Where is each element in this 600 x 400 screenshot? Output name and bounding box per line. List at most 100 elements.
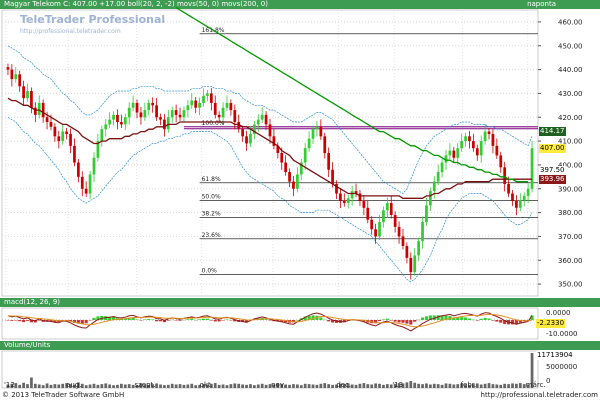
candle-body [518, 200, 522, 208]
volume-bar [57, 384, 61, 388]
macd-hist-bar [205, 318, 209, 320]
macd-hist-bar [401, 320, 405, 323]
volume-bar [350, 384, 354, 388]
candle-body [147, 102, 151, 111]
candle-body [432, 181, 436, 192]
macd-hist-bar [413, 320, 417, 322]
volume-bar [327, 384, 331, 388]
volume-bar [30, 377, 33, 388]
candle-body [526, 188, 530, 196]
macd-chart-svg[interactable] [0, 298, 600, 340]
volume-bar [190, 383, 194, 388]
candle-body [530, 148, 534, 189]
candle-body [264, 114, 268, 125]
volume-chart-svg[interactable] [0, 341, 600, 390]
candle-body [315, 126, 319, 130]
volume-tick-mid: 5000000 [546, 363, 578, 371]
candle-body [49, 122, 53, 127]
candle-body [233, 110, 237, 123]
volume-bar [104, 383, 108, 388]
volume-bar [428, 384, 432, 388]
fib-label-2: 61.8% [202, 176, 221, 183]
volume-bar [479, 384, 483, 388]
macd-tick-low: -10.0000 [546, 330, 578, 338]
volume-bar [233, 383, 237, 388]
volume-bar [425, 383, 428, 388]
volume-bar [45, 383, 49, 388]
volume-bar [260, 383, 264, 388]
volume-bar [311, 384, 315, 388]
volume-panel: Volume/Units 11713904 5000000 0 '12 aug. s… [0, 341, 600, 390]
candle-body [84, 188, 88, 194]
x-tick-label-0: '12 [4, 381, 15, 389]
volume-bar [487, 383, 491, 388]
volume-bar [292, 384, 295, 388]
y-tick-label-8: 430.00 [558, 90, 583, 98]
volume-bar [112, 385, 115, 388]
macd-hist-bar [264, 319, 268, 320]
candle-body [507, 183, 510, 194]
candle-body [366, 207, 370, 220]
macd-hist-bar [397, 320, 401, 323]
candle-body [249, 133, 252, 144]
candle-body [100, 129, 104, 142]
candle-body [123, 117, 127, 125]
candle-body [417, 241, 420, 256]
volume-bar [170, 383, 174, 388]
volume-bar [33, 383, 37, 388]
candle-body [112, 114, 115, 120]
macd-hist-bar [499, 320, 503, 323]
macd-hist-bar [135, 319, 139, 320]
macd-hist-bar [84, 320, 88, 324]
candle-body [260, 114, 264, 120]
candle-body [41, 102, 45, 118]
y-tick-label-11: 460.00 [558, 18, 583, 26]
volume-bar [417, 383, 420, 388]
candle-body [88, 174, 92, 194]
candle-body [331, 169, 334, 184]
candle-body [522, 195, 526, 201]
macd-hist-bar [327, 320, 331, 322]
macd-hist-bar [229, 320, 233, 321]
candle-body [53, 126, 57, 137]
candle-body [393, 214, 397, 227]
copyright-text: © 2013 TeleTrader Software GmbH [2, 391, 125, 399]
candle-body [382, 210, 385, 223]
candle-body [327, 153, 331, 170]
candle-body [405, 245, 409, 258]
candle-body [515, 200, 518, 208]
candle-body [339, 193, 342, 201]
candle-body [155, 105, 158, 118]
candle-body [292, 181, 295, 189]
candle-body [413, 255, 417, 273]
candle-body [159, 117, 162, 120]
volume-bar [303, 383, 307, 388]
volume-bar [116, 384, 119, 388]
volume-bar [225, 385, 229, 388]
volume-bar [362, 383, 366, 388]
footer-url[interactable]: http://professional.teletrader.com [481, 390, 598, 400]
candle-body [479, 141, 483, 156]
volume-bar [507, 384, 510, 388]
price-chart-svg[interactable]: 350.00360.00370.00380.00390.00400.00410.… [0, 0, 600, 297]
volume-bar [241, 384, 244, 388]
macd-hist-bar [393, 320, 397, 322]
volume-bar [452, 384, 456, 388]
volume-bar [249, 384, 252, 388]
macd-hist-bar [479, 318, 483, 320]
watermark-logo: TeleTrader Professional [20, 13, 166, 26]
volume-bar [456, 384, 460, 388]
y-tick-label-10: 450.00 [558, 42, 583, 50]
macd-hist-bar [10, 320, 14, 321]
candle-body [69, 133, 72, 146]
candle-body [61, 131, 65, 142]
volume-bar [382, 384, 385, 388]
candle-body [511, 193, 514, 201]
volume-bar [385, 384, 389, 388]
volume-bar [166, 384, 170, 388]
macd-hist-bar [151, 319, 155, 320]
macd-hist-bar [6, 320, 10, 321]
candle-body [342, 200, 346, 204]
candle-body [280, 153, 284, 163]
volume-bar [49, 384, 53, 388]
